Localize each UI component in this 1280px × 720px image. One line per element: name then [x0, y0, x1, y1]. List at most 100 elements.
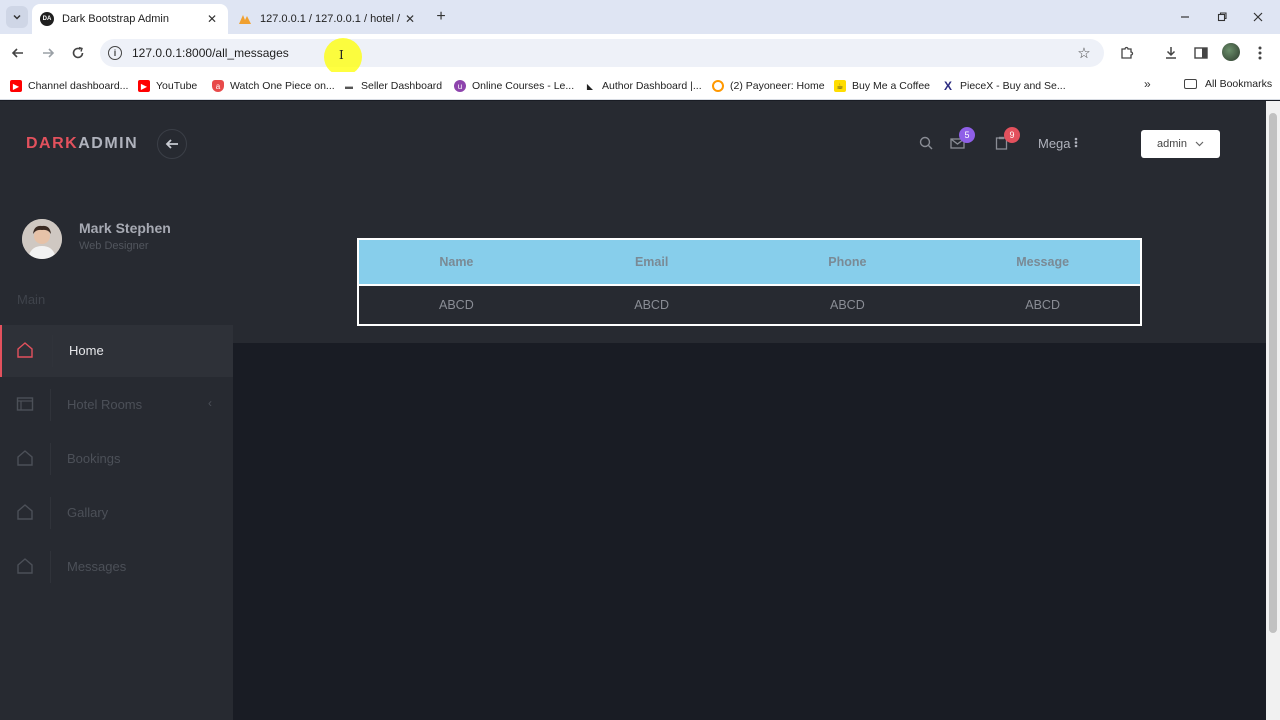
downloads-button[interactable] — [1161, 43, 1181, 63]
sidebar-item-label: Home — [69, 343, 104, 358]
site-info-icon[interactable]: i — [108, 46, 122, 60]
all-bookmarks-button[interactable]: All Bookmarks — [1184, 78, 1272, 90]
puzzle-icon — [1121, 46, 1134, 59]
shield-icon: a — [212, 80, 224, 92]
browser-menu-button[interactable] — [1250, 43, 1270, 63]
column-header-name: Name — [358, 239, 554, 286]
sidebar-item-messages[interactable]: Messages — [0, 541, 233, 593]
side-panel-icon — [1194, 47, 1208, 59]
bookmark-watch-one-piece[interactable]: a Watch One Piece on... — [212, 78, 335, 94]
bookmark-channel-dashboard[interactable]: ▶ Channel dashboard... — [10, 78, 128, 94]
arrow-left-icon — [11, 48, 23, 58]
column-header-message: Message — [945, 239, 1141, 286]
folder-icon — [1184, 79, 1197, 89]
url-text[interactable]: 127.0.0.1:8000/all_messages — [132, 46, 1074, 60]
divider — [50, 389, 51, 421]
bookmark-piecex[interactable]: X PieceX - Buy and Se... — [942, 78, 1066, 94]
window-icon — [16, 397, 34, 411]
divider — [50, 551, 51, 583]
table-header-row: Name Email Phone Message — [358, 239, 1141, 286]
cell-email: ABCD — [553, 285, 750, 325]
restore-button[interactable] — [1211, 8, 1233, 26]
more-bookmarks-icon[interactable]: » — [1144, 77, 1151, 91]
seller-dashboard-icon: ▬ — [345, 81, 353, 91]
text-cursor-icon: I — [339, 48, 344, 62]
tab-dark-bootstrap-admin[interactable]: DA Dark Bootstrap Admin ✕ — [32, 4, 228, 34]
divider — [50, 497, 51, 529]
youtube-icon: ▶ — [138, 80, 150, 92]
table-row: ABCD ABCD ABCD ABCD — [358, 285, 1141, 325]
online-courses-icon: u — [454, 80, 466, 92]
user-dropdown[interactable]: admin — [1141, 130, 1220, 158]
new-tab-button[interactable]: + — [432, 8, 450, 26]
sidebar-item-label: Bookings — [67, 451, 121, 466]
reload-icon — [72, 46, 84, 59]
tasks-count-badge: 9 — [1004, 127, 1020, 143]
messages-count-badge: 5 — [959, 127, 975, 143]
author-dashboard-icon: ◣ — [586, 81, 594, 91]
search-button[interactable] — [917, 134, 935, 152]
column-header-email: Email — [553, 239, 750, 286]
reload-button[interactable] — [68, 43, 88, 63]
tab-search-button[interactable] — [6, 6, 28, 28]
admin-app: DARKADMIN 5 9 Mega admin Mark Stephen We… — [0, 101, 1266, 720]
bookmark-online-courses[interactable]: u Online Courses - Le... — [454, 78, 574, 94]
extensions-button[interactable] — [1117, 43, 1137, 63]
home-icon — [17, 558, 33, 574]
sidebar-item-label: Hotel Rooms — [67, 397, 143, 412]
profile-avatar[interactable] — [1222, 43, 1240, 61]
messages-table: Name Email Phone Message ABCD ABCD ABCD … — [357, 238, 1142, 326]
close-tab-icon[interactable]: ✕ — [402, 12, 418, 26]
browser-toolbar: i 127.0.0.1:8000/all_messages ☆ — [0, 34, 1280, 72]
download-icon — [1166, 47, 1176, 59]
tab-phpmyadmin[interactable]: 127.0.0.1 / 127.0.0.1 / hotel / co ✕ — [230, 4, 426, 34]
minimize-icon — [1181, 16, 1189, 18]
sidebar-item-hotel-rooms[interactable]: Hotel Rooms ‹ — [0, 379, 233, 431]
chevron-down-icon — [13, 14, 21, 20]
bookmark-star-icon[interactable]: ☆ — [1074, 44, 1094, 62]
cell-message: ABCD — [945, 285, 1141, 325]
restore-icon — [1217, 12, 1227, 22]
sidebar-item-home[interactable]: Home — [0, 325, 233, 377]
home-icon — [17, 504, 33, 520]
app-header: DARKADMIN 5 9 Mega admin — [0, 101, 1266, 187]
bookmark-payoneer[interactable]: (2) Payoneer: Home — [712, 78, 825, 94]
bookmark-author-dashboard[interactable]: ◣ Author Dashboard |... — [584, 78, 702, 94]
sidebar-item-bookings[interactable]: Bookings — [0, 433, 233, 485]
brand-logo[interactable]: DARKADMIN — [26, 135, 138, 153]
chevron-down-icon — [1195, 141, 1204, 147]
home-icon — [17, 342, 33, 358]
phpmyadmin-favicon-icon — [238, 12, 252, 26]
arrow-right-icon — [43, 48, 55, 58]
divider — [50, 443, 51, 475]
user-name: Mark Stephen — [79, 220, 171, 236]
user-role: Web Designer — [79, 240, 149, 252]
browser-tabstrip: DA Dark Bootstrap Admin ✕ 127.0.0.1 / 12… — [0, 0, 1280, 34]
side-panel-button[interactable] — [1191, 43, 1211, 63]
close-window-button[interactable] — [1247, 8, 1269, 26]
sidebar-toggle-button[interactable] — [157, 129, 187, 159]
chevron-left-icon: ‹ — [208, 396, 212, 410]
close-tab-icon[interactable]: ✕ — [204, 12, 220, 26]
back-button[interactable] — [8, 43, 28, 63]
dark-admin-favicon-icon: DA — [40, 12, 54, 26]
scrollbar-thumb[interactable] — [1269, 113, 1277, 633]
mega-menu-button[interactable]: Mega — [1038, 136, 1078, 151]
forward-button[interactable] — [38, 43, 58, 63]
bookmark-buy-me-a-coffee[interactable]: ☕ Buy Me a Coffee — [834, 78, 930, 94]
page-scrollbar[interactable] — [1266, 101, 1280, 720]
coffee-icon: ☕ — [834, 80, 846, 92]
tab-title: 127.0.0.1 / 127.0.0.1 / hotel / co — [260, 13, 402, 25]
home-icon — [17, 450, 33, 466]
sidebar-item-label: Messages — [67, 559, 127, 574]
sidebar-item-gallary[interactable]: Gallary — [0, 487, 233, 539]
address-bar[interactable]: i 127.0.0.1:8000/all_messages ☆ — [100, 39, 1104, 67]
payoneer-icon — [712, 80, 724, 92]
divider — [52, 335, 53, 367]
bookmarks-bar: ▶ Channel dashboard... ▶ YouTube a Watch… — [0, 72, 1280, 100]
bookmark-seller-dashboard[interactable]: ▬ Seller Dashboard — [343, 78, 442, 94]
minimize-button[interactable] — [1174, 8, 1196, 26]
bookmark-youtube[interactable]: ▶ YouTube — [138, 78, 197, 94]
search-icon — [919, 136, 933, 150]
cell-phone: ABCD — [749, 285, 946, 325]
